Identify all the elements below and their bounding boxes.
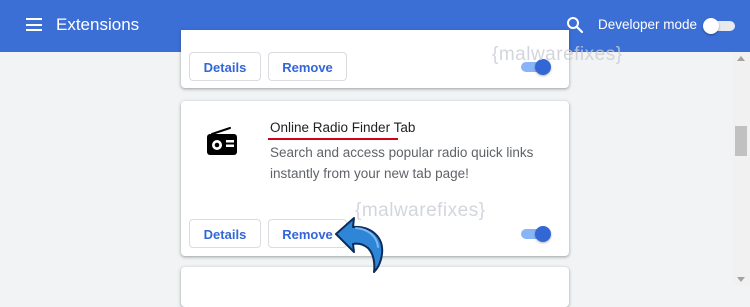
hamburger-menu-icon[interactable] [26, 18, 42, 31]
vertical-scrollbar[interactable] [733, 52, 750, 286]
extension-enable-toggle[interactable] [521, 226, 553, 242]
details-button[interactable]: Details [189, 219, 261, 248]
watermark-text: {malwarefixes} [492, 44, 623, 65]
radio-icon [207, 127, 237, 155]
developer-mode-toggle[interactable] [703, 18, 735, 34]
pointer-arrow-icon [335, 217, 384, 273]
scroll-up-arrow-icon[interactable] [737, 56, 745, 61]
page-title: Extensions [56, 15, 140, 34]
extension-description: Search and access popular radio quick li… [270, 145, 534, 181]
remove-button[interactable]: Remove [268, 52, 347, 81]
details-button[interactable]: Details [189, 52, 261, 81]
extension-name: Online Radio Finder Tab [270, 120, 416, 135]
developer-mode-label: Developer mode [598, 17, 698, 32]
scrollbar-thumb[interactable] [735, 126, 747, 156]
highlight-underline [268, 138, 398, 140]
scroll-down-arrow-icon[interactable] [737, 277, 745, 282]
